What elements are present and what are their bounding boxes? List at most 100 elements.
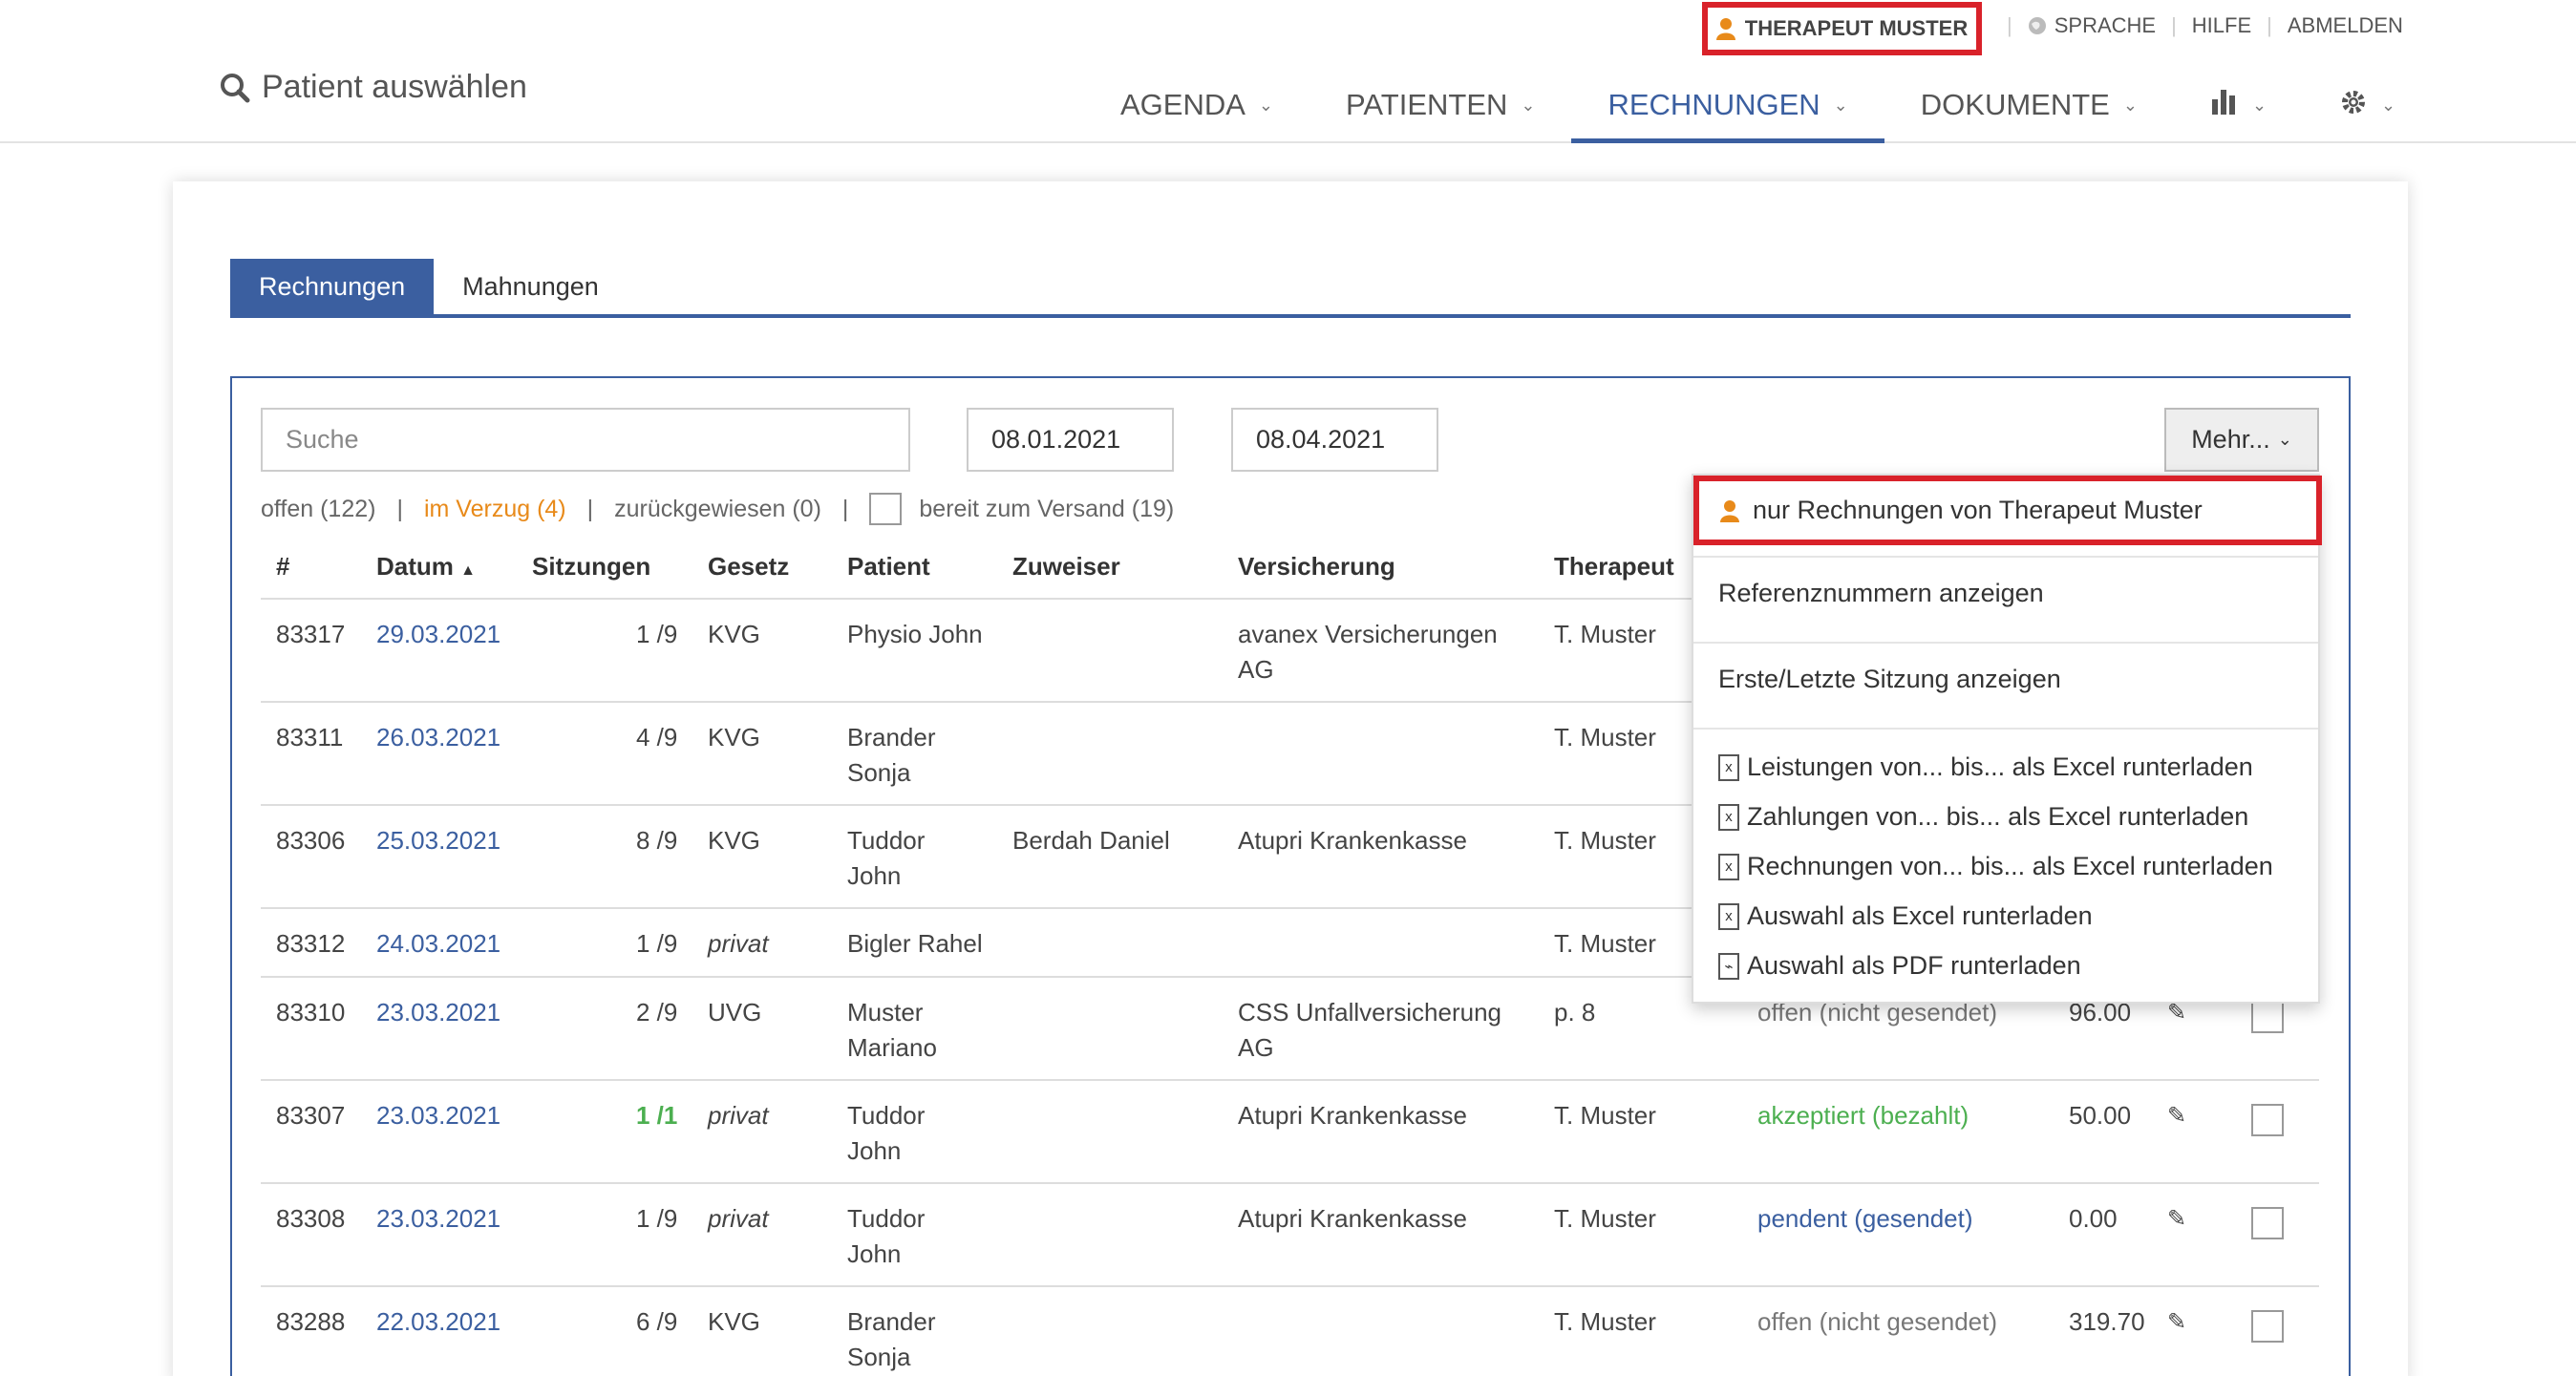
col-date-label: Datum (376, 552, 454, 581)
sessions: 2 /9 (636, 998, 678, 1027)
nav-label: PATIENTEN (1346, 88, 1508, 121)
nav-label: RECHNUNGEN (1607, 88, 1820, 121)
sessions: 1 /9 (636, 620, 678, 648)
law: privat (708, 1204, 769, 1233)
col-nr[interactable]: # (276, 552, 289, 582)
invoice-amount: 50.00 (2069, 1101, 2132, 1130)
invoice-number: 83317 (276, 620, 346, 648)
insurance-line-1: Atupri Krankenkasse (1238, 1101, 1467, 1130)
invoice-number: 83312 (276, 929, 346, 958)
invoice-date-link[interactable]: 24.03.2021 (376, 926, 500, 962)
edit-icon[interactable]: ✎ (2167, 1201, 2186, 1237)
col-law[interactable]: Gesetz (708, 552, 789, 582)
row-checkbox[interactable] (2251, 1104, 2284, 1136)
nav-dokumente[interactable]: DOKUMENTE ⌄ (1884, 78, 2174, 143)
nav-patienten[interactable]: PATIENTEN ⌄ (1309, 78, 1571, 143)
invoice-amount: 0.00 (2069, 1204, 2118, 1233)
download-payments-option[interactable]: x Zahlungen von... bis... als Excel runte… (1693, 802, 2318, 832)
sessions: 1 /9 (636, 1204, 678, 1233)
filter-overdue[interactable]: im Verzug (4) (424, 496, 566, 523)
language-link[interactable]: SPRACHE (2028, 13, 2156, 38)
chevron-down-icon: ⌄ (1521, 95, 1536, 115)
sessions: 1 /1 (636, 1101, 678, 1130)
divider: | (2007, 13, 2012, 37)
option-label: Leistungen von... bis... als Excel runte… (1747, 752, 2253, 781)
law: UVG (708, 998, 762, 1027)
user-icon (1720, 499, 1739, 522)
referrer: Berdah Daniel (1012, 826, 1170, 855)
row-checkbox[interactable] (2251, 1207, 2284, 1239)
invoice-date-link[interactable]: 23.03.2021 (376, 995, 500, 1030)
download-services-option[interactable]: x Leistungen von... bis... als Excel runt… (1693, 752, 2318, 782)
filter-ready[interactable]: bereit zum Versand (19) (919, 496, 1174, 523)
chevron-down-icon: ⌄ (1833, 95, 1848, 115)
table-row[interactable]: 83308 23.03.2021 1 /9 privat Tuddor John Atupr… (261, 1184, 2319, 1287)
filter-open[interactable]: offen (122) (261, 496, 375, 523)
insurance-line-1: avanex Versicherungen (1238, 620, 1498, 648)
invoice-date-link[interactable]: 29.03.2021 (376, 617, 500, 652)
patient-line-2: John (847, 1239, 902, 1268)
col-therapist[interactable]: Therapeut (1554, 552, 1674, 582)
divider: | (396, 495, 403, 522)
nav-agenda[interactable]: AGENDA ⌄ (1084, 78, 1309, 143)
ready-checkbox[interactable] (869, 493, 903, 525)
table-row[interactable]: 83288 22.03.2021 6 /9 KVG Brander Sonja T. Mus… (261, 1287, 2319, 1376)
option-label: Zahlungen von... bis... als Excel runter… (1747, 802, 2249, 831)
col-referrer[interactable]: Zuweiser (1012, 552, 1120, 582)
date-from-field[interactable]: 08.01.2021 (967, 408, 1174, 472)
invoice-number: 83310 (276, 998, 346, 1027)
invoice-date-link[interactable]: 23.03.2021 (376, 1201, 500, 1237)
invoice-date-link[interactable]: 25.03.2021 (376, 823, 500, 858)
download-selection-pdf-option[interactable]: ⌁ Auswahl als PDF runterladen (1693, 951, 2318, 981)
divider: | (2267, 13, 2272, 37)
patient-line-2: Mariano (847, 1033, 937, 1062)
patient-line-1: Tuddor (847, 1101, 926, 1130)
table-row[interactable]: 83307 23.03.2021 1 /1 privat Tuddor John Atupr… (261, 1081, 2319, 1184)
edit-icon[interactable]: ✎ (2167, 1098, 2186, 1133)
invoice-date-link[interactable]: 26.03.2021 (376, 720, 500, 755)
date-to-field[interactable]: 08.04.2021 (1231, 408, 1438, 472)
patient-line-1: Physio John (847, 620, 983, 648)
row-checkbox[interactable] (2251, 1310, 2284, 1343)
search-icon (221, 73, 250, 102)
more-dropdown: nur Rechnungen von Therapeut Muster Refe… (1692, 474, 2322, 1004)
invoice-date-link[interactable]: 23.03.2021 (376, 1098, 500, 1133)
user-menu[interactable]: THERAPEUT MUSTER (1702, 2, 1982, 55)
logout-link[interactable]: ABMELDEN (2288, 13, 2403, 38)
gear-icon (2342, 91, 2366, 114)
nav-statistics[interactable]: ⌄ (2174, 78, 2303, 143)
download-invoices-option[interactable]: x Rechnungen von... bis... als Excel runt… (1693, 852, 2318, 881)
patient-line-2: John (847, 861, 902, 890)
show-refs-option[interactable]: Referenznummern anzeigen (1693, 579, 2318, 608)
patient-select[interactable]: Patient auswählen (220, 69, 527, 106)
show-first-last-option[interactable]: Erste/Letzte Sitzung anzeigen (1693, 665, 2318, 694)
invoice-status: offen (nicht gesendet) (1757, 1307, 1998, 1336)
download-selection-excel-option[interactable]: x Auswahl als Excel runterladen (1693, 901, 2318, 931)
help-link[interactable]: HILFE (2192, 13, 2251, 38)
nav-rechnungen[interactable]: RECHNUNGEN ⌄ (1571, 78, 1884, 143)
sessions: 1 /9 (636, 929, 678, 958)
divider: | (841, 495, 849, 522)
nav-settings[interactable]: ⌄ (2303, 78, 2432, 143)
col-patient[interactable]: Patient (847, 552, 930, 582)
only-mine-option[interactable]: nur Rechnungen von Therapeut Muster (1693, 476, 2322, 545)
edit-icon[interactable]: ✎ (2167, 1304, 2186, 1340)
therapist: p. 8 (1554, 998, 1596, 1027)
invoice-date-link[interactable]: 22.03.2021 (376, 1304, 500, 1340)
law: privat (708, 929, 769, 958)
excel-file-icon: x (1718, 902, 1739, 930)
divider: | (2171, 13, 2177, 37)
tab-rechnungen[interactable]: Rechnungen (230, 259, 435, 314)
invoice-number: 83311 (276, 723, 344, 752)
tab-mahnungen[interactable]: Mahnungen (434, 259, 628, 314)
col-sessions[interactable]: Sitzungen (532, 552, 650, 582)
patient-line-1: Brander (847, 1307, 936, 1336)
col-date[interactable]: Datum ▲ (376, 552, 476, 582)
filter-rejected[interactable]: zurückgewiesen (0) (614, 496, 821, 523)
more-button[interactable]: Mehr... ⌄ (2164, 408, 2319, 472)
row-checkbox[interactable] (2251, 1001, 2284, 1033)
language-label: SPRACHE (2054, 13, 2157, 37)
patient-line-1: Muster (847, 998, 924, 1027)
search-input[interactable]: Suche (261, 408, 910, 472)
col-insurance[interactable]: Versicherung (1238, 552, 1395, 582)
